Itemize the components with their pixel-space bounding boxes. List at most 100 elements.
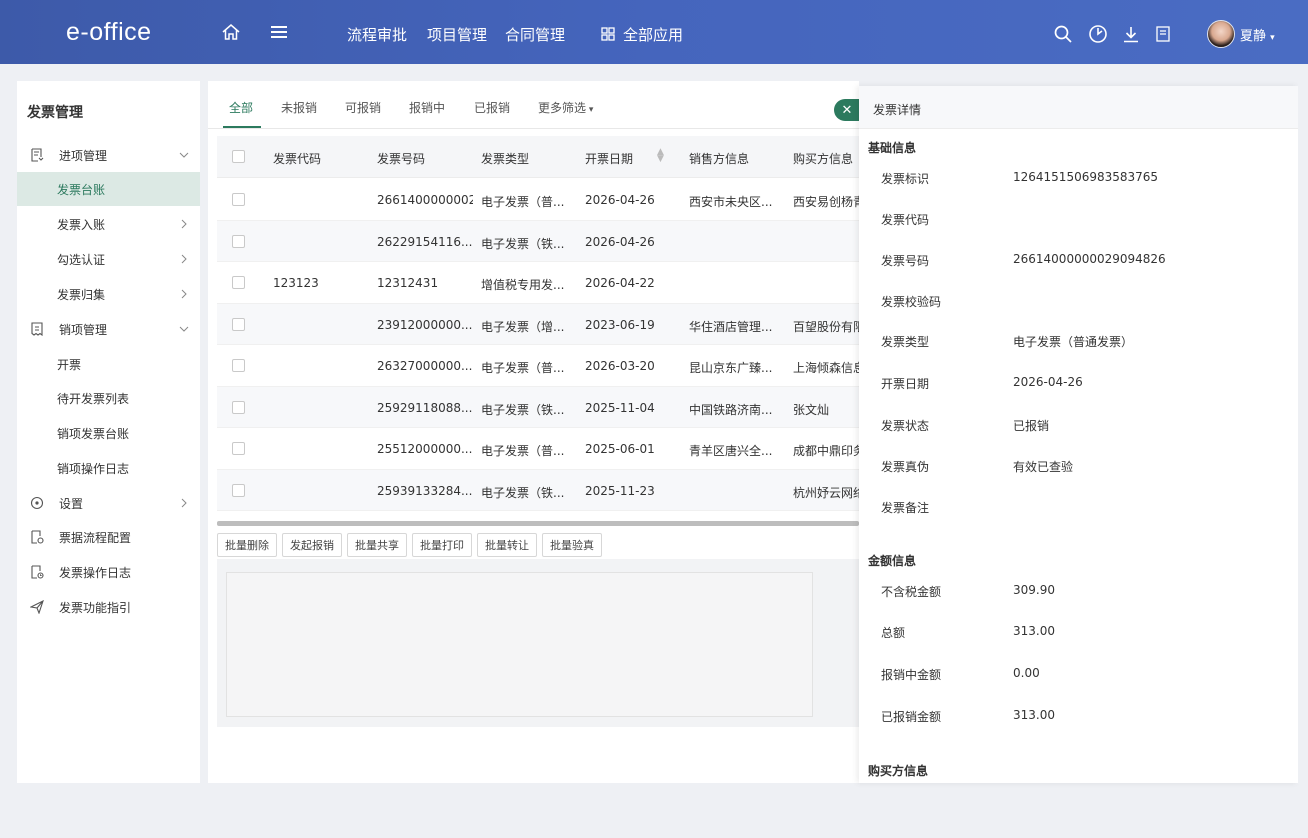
batch-share-button[interactable]: 批量共享 [347, 533, 407, 557]
batch-delete-button[interactable]: 批量删除 [217, 533, 277, 557]
sidebar-item-function-guide[interactable]: 发票功能指引 [17, 590, 200, 624]
sidebar-item-outbound-ledger[interactable]: 销项发票台账 [17, 416, 200, 450]
row-checkbox[interactable] [232, 317, 245, 331]
table-row[interactable]: 25512000000... 电子发票（普... 2025-06-01 青羊区唐… [217, 428, 859, 470]
row-checkbox[interactable] [232, 193, 245, 206]
field-label: 发票校验码 [881, 295, 942, 309]
start-reimburse-button[interactable]: 发起报销 [282, 533, 342, 557]
cell-date: 2026-04-22 [585, 276, 655, 290]
sidebar-item-outbound-log[interactable]: 销项操作日志 [17, 451, 200, 485]
sidebar-item-label: 发票功能指引 [59, 600, 132, 615]
tab-unreimbursed[interactable]: 未报销 [281, 99, 317, 116]
sidebar-item-invoice-ledger[interactable]: 发票台账 [17, 172, 200, 206]
row-checkbox[interactable] [232, 483, 245, 497]
nav-workflow[interactable]: 流程审批 [347, 24, 407, 45]
horizontal-scrollbar[interactable] [217, 521, 859, 526]
cell-seller: 昆山京东广臻... [689, 361, 773, 375]
batch-transfer-button[interactable]: 批量转让 [477, 533, 537, 557]
sidebar-item-outbound[interactable]: 销项管理 [17, 312, 200, 346]
table-row[interactable]: 25929118088... 电子发票（铁... 2025-11-04 中国铁路… [217, 386, 859, 428]
sidebar-item-pending-list[interactable]: 待开发票列表 [17, 381, 200, 415]
sidebar-item-label: 发票台账 [57, 182, 106, 197]
sidebar-item-inbound[interactable]: 进项管理 [17, 138, 200, 172]
chevron-right-icon [178, 253, 190, 265]
sidebar-item-label: 发票归集 [57, 287, 106, 302]
tab-reimbursed[interactable]: 已报销 [474, 99, 510, 116]
search-icon[interactable] [1053, 24, 1073, 44]
document-icon[interactable] [1153, 24, 1173, 44]
col-seller[interactable]: 销售方信息 [689, 150, 749, 167]
right-gutter [1298, 64, 1308, 784]
sort-icon[interactable]: ▲ ▼ [657, 148, 664, 164]
table-row[interactable]: 26327000000... 电子发票（普... 2026-03-20 昆山京东… [217, 345, 859, 387]
menu-icon[interactable] [268, 21, 290, 43]
cell-number: 25929118088... [377, 400, 473, 415]
username[interactable]: 夏静 ▾ [1240, 25, 1275, 44]
cell-seller: 西安市未央区... [689, 195, 773, 209]
clock-chart-icon[interactable] [1088, 24, 1108, 44]
col-issue-date[interactable]: 开票日期 [585, 150, 633, 167]
cell-buyer: 成都中鼎印务 [793, 444, 859, 458]
tab-all[interactable]: 全部 [229, 99, 253, 116]
row-checkbox[interactable] [232, 234, 245, 248]
batch-print-button[interactable]: 批量打印 [412, 533, 472, 557]
field-label: 已报销金额 [881, 710, 942, 724]
tab-more-filters[interactable]: 更多筛选 ▾ [538, 99, 593, 116]
table-row[interactable]: 123123 12312431 增值税专用发... 2026-04-22 [217, 262, 859, 304]
sidebar-item-label: 开票 [57, 357, 82, 372]
avatar[interactable] [1207, 20, 1235, 48]
nav-all-apps[interactable]: 全部应用 [623, 24, 683, 45]
cell-number: 26229154116... [377, 234, 473, 249]
nav-project[interactable]: 项目管理 [427, 24, 487, 45]
sidebar-item-invoice-entry[interactable]: 发票入账 [17, 207, 200, 241]
cell-seller: 中国铁路济南... [689, 402, 773, 417]
sidebar-item-invoice-log[interactable]: 发票操作日志 [17, 555, 200, 589]
row-checkbox[interactable] [232, 276, 245, 289]
home-icon[interactable] [220, 21, 242, 43]
col-invoice-type[interactable]: 发票类型 [481, 150, 529, 167]
row-checkbox[interactable] [232, 442, 245, 455]
field-label: 发票代码 [881, 213, 930, 227]
detail-title: 发票详情 [873, 103, 922, 117]
table-row[interactable]: 26229154116... 电子发票（铁... 2026-04-26 [217, 220, 859, 262]
field-label: 发票真伪 [881, 460, 930, 474]
cell-seller: 青羊区唐兴全... [689, 444, 773, 458]
nav-contract[interactable]: 合同管理 [505, 24, 565, 45]
active-tab-indicator [223, 126, 261, 128]
table-row[interactable]: 25939133284... 电子发票（铁... 2025-11-23 杭州妤云… [217, 469, 859, 511]
cell-number: 25939133284... [377, 483, 473, 498]
row-checkbox[interactable] [232, 359, 245, 372]
sidebar-item-issue-invoice[interactable]: 开票 [17, 347, 200, 381]
col-buyer[interactable]: 购买方信息 [793, 150, 853, 167]
detail-header: 发票详情 [859, 86, 1298, 129]
sidebar-item-check-certify[interactable]: 勾选认证 [17, 242, 200, 276]
col-invoice-number[interactable]: 发票号码 [377, 150, 425, 167]
close-icon[interactable]: ✕ [834, 99, 860, 121]
cell-buyer: 百望股份有限 [793, 319, 859, 334]
sidebar-item-invoice-collect[interactable]: 发票归集 [17, 277, 200, 311]
batch-verify-button[interactable]: 批量验真 [542, 533, 602, 557]
field-value: 电子发票（普通发票） [1013, 335, 1134, 349]
sidebar-item-label: 待开发票列表 [57, 391, 130, 406]
chevron-right-icon [178, 218, 190, 230]
cell-buyer: 张文灿 [793, 402, 830, 417]
tab-reimbursable[interactable]: 可报销 [345, 99, 381, 116]
row-checkbox[interactable] [232, 400, 245, 414]
table-row[interactable]: 2661400000002 电子发票（普... 2026-04-26 西安市未央… [217, 179, 859, 221]
download-icon[interactable] [1121, 24, 1141, 44]
sidebar-item-settings[interactable]: 设置 [17, 486, 200, 520]
sidebar-item-label: 销项管理 [59, 322, 108, 337]
cell-date: 2026-04-26 [585, 193, 655, 207]
grid-apps-icon[interactable] [597, 23, 619, 45]
cell-type: 电子发票（铁... [481, 485, 565, 500]
tab-reimbursing[interactable]: 报销中 [409, 99, 445, 116]
sidebar-item-flow-config[interactable]: 票据流程配置 [17, 520, 200, 554]
field-value: 已报销 [1013, 419, 1050, 433]
app-logo[interactable]: e-office [66, 18, 152, 47]
col-invoice-code[interactable]: 发票代码 [273, 150, 321, 167]
field-label: 发票状态 [881, 419, 930, 433]
table-row[interactable]: 23912000000... 电子发票（增... 2023-06-19 华住酒店… [217, 303, 859, 345]
field-label: 不含税金额 [881, 585, 942, 599]
cell-type: 电子发票（普... [481, 444, 565, 458]
select-all-checkbox[interactable] [232, 150, 245, 163]
